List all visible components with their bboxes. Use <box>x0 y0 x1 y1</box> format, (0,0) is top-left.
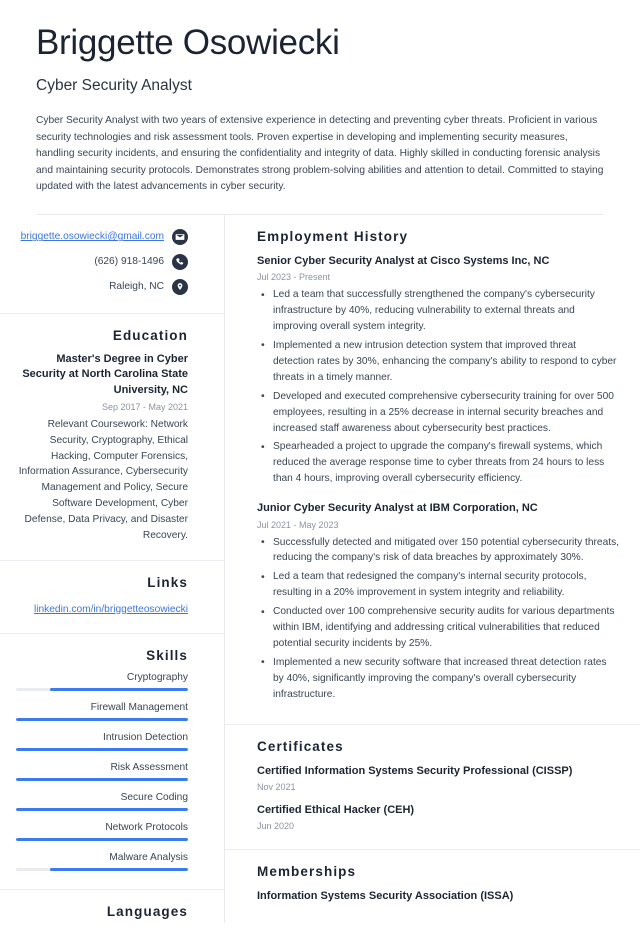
skill-label: Network Protocols <box>105 821 188 833</box>
links-heading: Links <box>147 574 188 590</box>
certificates-block: Certificates Certified Information Syste… <box>225 725 640 851</box>
skill-track <box>16 837 188 841</box>
job-entry: Junior Cyber Security Analyst at IBM Cor… <box>257 501 620 702</box>
skill-track <box>16 867 188 871</box>
employment-block: Employment History Senior Cyber Security… <box>225 215 640 725</box>
phone-icon <box>172 253 188 270</box>
links-block: Links linkedin.com/in/briggetteosowiecki <box>0 561 224 634</box>
skill-item: Network Protocols <box>16 822 188 841</box>
skill-item: Cryptography <box>16 672 188 691</box>
link-item[interactable]: linkedin.com/in/briggetteosowiecki <box>16 599 188 617</box>
skill-fill <box>50 687 188 691</box>
skill-track <box>16 747 188 751</box>
resume-columns: briggette.osowiecki@gmail.com (626) 918-… <box>0 214 640 944</box>
education-description: Relevant Coursework: Network Security, C… <box>18 418 188 542</box>
job-bullet: Led a team that redesigned the company's… <box>257 569 620 601</box>
skill-label: Malware Analysis <box>109 851 188 863</box>
education-heading: Education <box>112 327 188 343</box>
job-date: Jul 2021 - May 2023 <box>257 519 339 530</box>
job-role: Junior Cyber Security Analyst at IBM Cor… <box>257 502 538 515</box>
map-pin-icon <box>172 278 188 295</box>
skills-block: Skills Cryptography Firewall Management … <box>0 634 224 890</box>
job-bullet: Spearheaded a project to upgrade the com… <box>257 439 620 487</box>
resume-main: Employment History Senior Cyber Security… <box>224 214 640 923</box>
memberships-heading: Memberships <box>257 864 357 880</box>
skill-fill <box>50 867 188 871</box>
skill-track <box>16 807 188 811</box>
languages-block: Languages <box>0 890 224 944</box>
email-value[interactable]: briggette.osowiecki@gmail.com <box>21 231 164 242</box>
membership-name: Information Systems Security Association… <box>257 890 514 903</box>
job-bullet: Led a team that successfully strengthene… <box>257 287 620 335</box>
certificate-date: Nov 2021 <box>257 781 296 792</box>
certificate-date: Jun 2020 <box>257 821 295 832</box>
skill-label: Cryptography <box>126 671 188 683</box>
contact-row-phone[interactable]: (626) 918-1496 <box>16 253 188 270</box>
skill-fill <box>16 777 188 781</box>
linkedin-link[interactable]: linkedin.com/in/briggetteosowiecki <box>34 604 188 615</box>
resume-sidebar: briggette.osowiecki@gmail.com (626) 918-… <box>0 215 224 944</box>
skill-label: Intrusion Detection <box>103 731 188 743</box>
job-bullet: Developed and executed comprehensive cyb… <box>257 388 620 437</box>
skill-item: Risk Assessment <box>16 762 188 781</box>
job-bullet: Successfully detected and mitigated over… <box>257 534 620 567</box>
job-date: Jul 2023 - Present <box>257 272 331 283</box>
certificate-entry: Certified Ethical Hacker (CEH) Jun 2020 <box>257 803 620 831</box>
certificate-entry: Certified Information Systems Security P… <box>257 764 620 792</box>
job-bullet: Implemented a new intrusion detection sy… <box>257 337 620 386</box>
skill-fill <box>16 747 188 751</box>
skill-item: Malware Analysis <box>16 852 188 871</box>
skill-track <box>16 777 188 781</box>
contact-row-location: Raleigh, NC <box>16 278 188 295</box>
candidate-name: Briggette Osowiecki <box>36 23 340 62</box>
skill-item: Intrusion Detection <box>16 732 188 751</box>
skill-fill <box>16 717 188 721</box>
education-degree: Master's Degree in Cyber Security at Nor… <box>22 352 188 397</box>
skill-label: Firewall Management <box>90 701 188 713</box>
skill-track <box>16 687 188 691</box>
memberships-block: Memberships Information Systems Security… <box>225 850 640 922</box>
skills-heading: Skills <box>146 647 188 663</box>
skill-fill <box>16 807 188 811</box>
job-bullets: Successfully detected and mitigated over… <box>257 534 620 703</box>
education-block: Education Master's Degree in Cyber Secur… <box>0 314 224 561</box>
education-date: Sep 2017 - May 2021 <box>101 401 188 412</box>
phone-value: (626) 918-1496 <box>94 256 164 268</box>
skill-item: Firewall Management <box>16 702 188 721</box>
job-role: Senior Cyber Security Analyst at Cisco S… <box>257 254 550 267</box>
employment-heading: Employment History <box>257 228 409 244</box>
skill-label: Risk Assessment <box>110 761 188 773</box>
certificate-name: Certified Ethical Hacker (CEH) <box>257 803 415 816</box>
resume-page: Briggette Osowiecki Cyber Security Analy… <box>0 0 640 923</box>
skill-fill <box>16 837 188 841</box>
professional-summary: Cyber Security Analyst with two years of… <box>36 115 604 193</box>
skill-label: Secure Coding <box>120 791 188 803</box>
candidate-job-title: Cyber Security Analyst <box>36 77 192 95</box>
location-value: Raleigh, NC <box>109 281 164 293</box>
certificate-name: Certified Information Systems Security P… <box>257 764 573 777</box>
envelope-icon <box>172 228 188 245</box>
resume-header: Briggette Osowiecki Cyber Security Analy… <box>0 0 640 215</box>
languages-heading: Languages <box>106 903 188 919</box>
contact-block: briggette.osowiecki@gmail.com (626) 918-… <box>0 215 224 314</box>
skill-track <box>16 717 188 721</box>
certificates-heading: Certificates <box>257 738 344 754</box>
job-bullet: Implemented a new security software that… <box>257 654 620 703</box>
membership-entry: Information Systems Security Association… <box>257 889 620 904</box>
job-bullets: Led a team that successfully strengthene… <box>257 287 620 487</box>
skill-item: Secure Coding <box>16 792 188 811</box>
job-bullet: Conducted over 100 comprehensive securit… <box>257 604 620 652</box>
job-entry: Senior Cyber Security Analyst at Cisco S… <box>257 254 620 487</box>
education-entry: Master's Degree in Cyber Security at Nor… <box>16 352 188 544</box>
contact-row-email[interactable]: briggette.osowiecki@gmail.com <box>16 228 188 245</box>
